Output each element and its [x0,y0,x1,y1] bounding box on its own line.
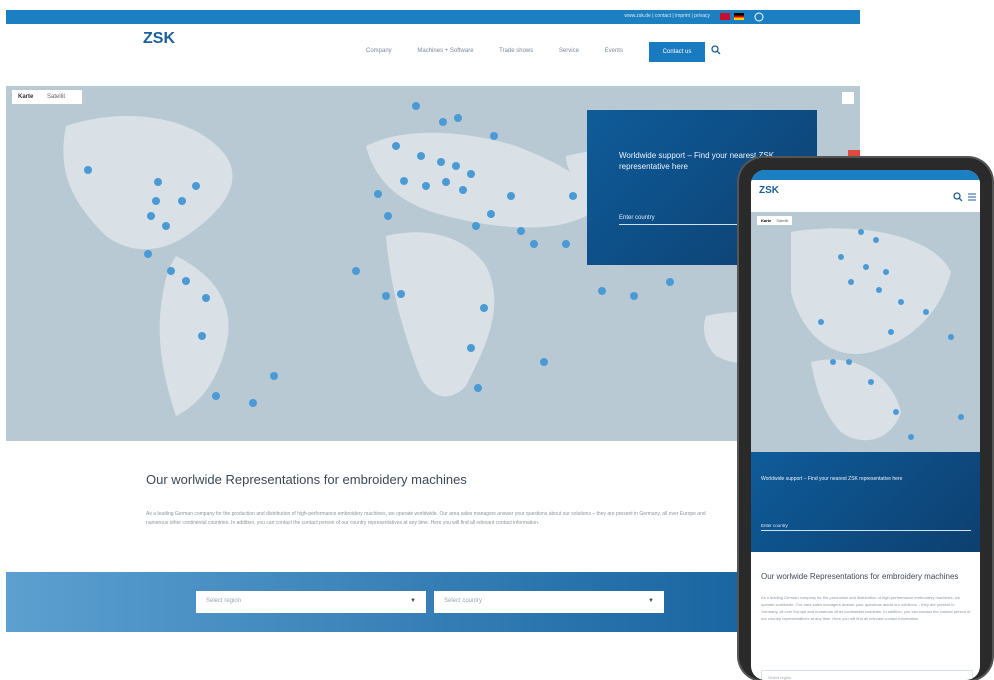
region-select[interactable]: Select region ▼ [196,591,426,613]
phone-map-pins[interactable] [751,212,980,452]
search-icon[interactable] [711,45,721,55]
phone-intro-title: Our worlwide Representations for embroid… [761,572,959,581]
tab-map[interactable]: Karte [761,218,771,223]
phone-top-bar [751,170,980,180]
phone-header: ZSK [751,180,980,212]
phone-screen: ZSK Karte Satellit Worldwide support – F… [751,170,980,680]
filter-band: Select region ▼ Select country ▼ [6,572,860,632]
tab-satellite[interactable]: Satellit [776,218,788,223]
phone-map-tabs: Karte Satellit [757,216,793,225]
desktop-website: www.zsk.de | contact | imprint | privacy… [6,10,860,680]
caret-down-icon: ▼ [648,598,654,604]
main-nav: Company Machines + Software Trade shows … [366,48,647,54]
map-type-tabs: Karte Satellit [12,90,82,104]
fullscreen-icon[interactable] [842,92,854,104]
site-header: ZSK Company Machines + Software Trade sh… [6,24,860,86]
top-bar: www.zsk.de | contact | imprint | privacy [6,10,860,24]
phone-support-box: Worldwide support – Find your nearest ZS… [751,452,980,552]
country-select-value: Select country [444,598,483,604]
nav-service[interactable]: Service [559,48,579,54]
uk-flag-icon[interactable] [720,13,730,20]
globe-icon[interactable] [754,12,764,22]
de-flag-icon[interactable] [734,13,744,20]
nav-events[interactable]: Events [605,48,623,54]
phone-support-title: Worldwide support – Find your nearest ZS… [761,476,903,482]
contact-button[interactable]: Contact us [649,42,705,62]
zsk-logo[interactable]: ZSK [143,31,175,47]
intro-text: As a leading German company for the prod… [146,511,706,526]
caret-down-icon: ▼ [410,598,416,604]
nav-company[interactable]: Company [366,48,392,54]
menu-icon[interactable] [967,192,977,202]
intro-title: Our worlwide Representations for embroid… [146,472,467,487]
search-icon[interactable] [953,192,963,202]
phone-intro-text: As a leading German company for the prod… [761,595,971,621]
tab-map[interactable]: Karte [12,90,39,104]
phone-world-map[interactable]: Karte Satellit [751,212,980,452]
phone-country-input[interactable]: Enter country [761,514,971,531]
phone-mockup: ZSK Karte Satellit Worldwide support – F… [739,158,992,680]
top-links[interactable]: www.zsk.de | contact | imprint | privacy [624,13,710,19]
country-input-label: Enter country [619,215,655,221]
phone-region-select-value: Select region [768,675,792,680]
phone-zsk-logo[interactable]: ZSK [759,186,779,196]
tab-satellite[interactable]: Satellit [41,90,71,104]
nav-machines[interactable]: Machines + Software [417,48,473,54]
country-select[interactable]: Select country ▼ [434,591,664,613]
phone-region-select[interactable]: Select region [761,670,973,680]
phone-country-input-label: Enter country [761,523,788,528]
region-select-value: Select region [206,598,242,604]
nav-trade-shows[interactable]: Trade shows [499,48,533,54]
